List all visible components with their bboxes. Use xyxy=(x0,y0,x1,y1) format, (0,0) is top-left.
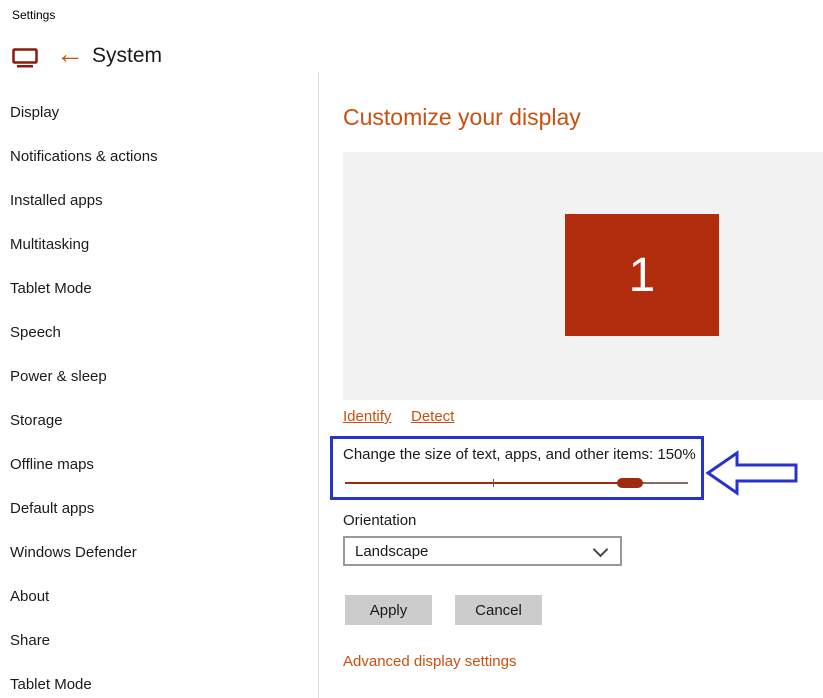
monitor-preview[interactable]: 1 xyxy=(565,214,719,336)
scaling-slider-thumb[interactable] xyxy=(617,478,643,488)
sidebar-item-windows-defender[interactable]: Windows Defender xyxy=(0,530,318,574)
sidebar-item-share[interactable]: Share xyxy=(0,618,318,662)
back-arrow-icon[interactable]: ← xyxy=(56,40,84,68)
sidebar-divider xyxy=(318,72,319,698)
annotation-arrow-icon xyxy=(705,449,799,502)
sidebar-item-speech[interactable]: Speech xyxy=(0,310,318,354)
settings-window: Settings ← System Display Notifications … xyxy=(0,0,823,698)
sidebar-item-notifications[interactable]: Notifications & actions xyxy=(0,134,318,178)
scaling-slider-tick xyxy=(493,479,494,487)
sidebar-item-storage[interactable]: Storage xyxy=(0,398,318,442)
chevron-down-icon xyxy=(592,541,609,557)
orientation-dropdown[interactable]: Landscape xyxy=(343,536,622,566)
sidebar-item-about[interactable]: About xyxy=(0,574,318,618)
identify-link[interactable]: Identify xyxy=(343,408,391,425)
window-title: Settings xyxy=(12,8,56,22)
orientation-label: Orientation xyxy=(343,512,417,529)
sidebar-item-installed-apps[interactable]: Installed apps xyxy=(0,178,318,222)
sidebar-item-offline-maps[interactable]: Offline maps xyxy=(0,442,318,486)
sidebar-item-default-apps[interactable]: Default apps xyxy=(0,486,318,530)
monitor-number: 1 xyxy=(628,248,656,302)
display-preview-panel: 1 xyxy=(343,152,823,400)
sidebar-item-tablet-mode-2[interactable]: Tablet Mode xyxy=(0,662,318,698)
page-title: System xyxy=(92,44,163,67)
cancel-button[interactable]: Cancel xyxy=(455,595,542,625)
sidebar: Display Notifications & actions Installe… xyxy=(0,90,318,698)
sidebar-item-tablet-mode[interactable]: Tablet Mode xyxy=(0,266,318,310)
apply-button[interactable]: Apply xyxy=(345,595,432,625)
sidebar-item-multitasking[interactable]: Multitasking xyxy=(0,222,318,266)
scaling-label: Change the size of text, apps, and other… xyxy=(343,446,696,463)
page-heading: Customize your display xyxy=(343,104,581,130)
scaling-slider-track[interactable] xyxy=(345,482,628,484)
detect-link[interactable]: Detect xyxy=(411,408,454,425)
sidebar-item-power-sleep[interactable]: Power & sleep xyxy=(0,354,318,398)
orientation-value: Landscape xyxy=(355,542,429,560)
monitor-icon xyxy=(12,48,38,73)
sidebar-item-display[interactable]: Display xyxy=(0,90,318,134)
advanced-display-settings-link[interactable]: Advanced display settings xyxy=(343,653,516,670)
